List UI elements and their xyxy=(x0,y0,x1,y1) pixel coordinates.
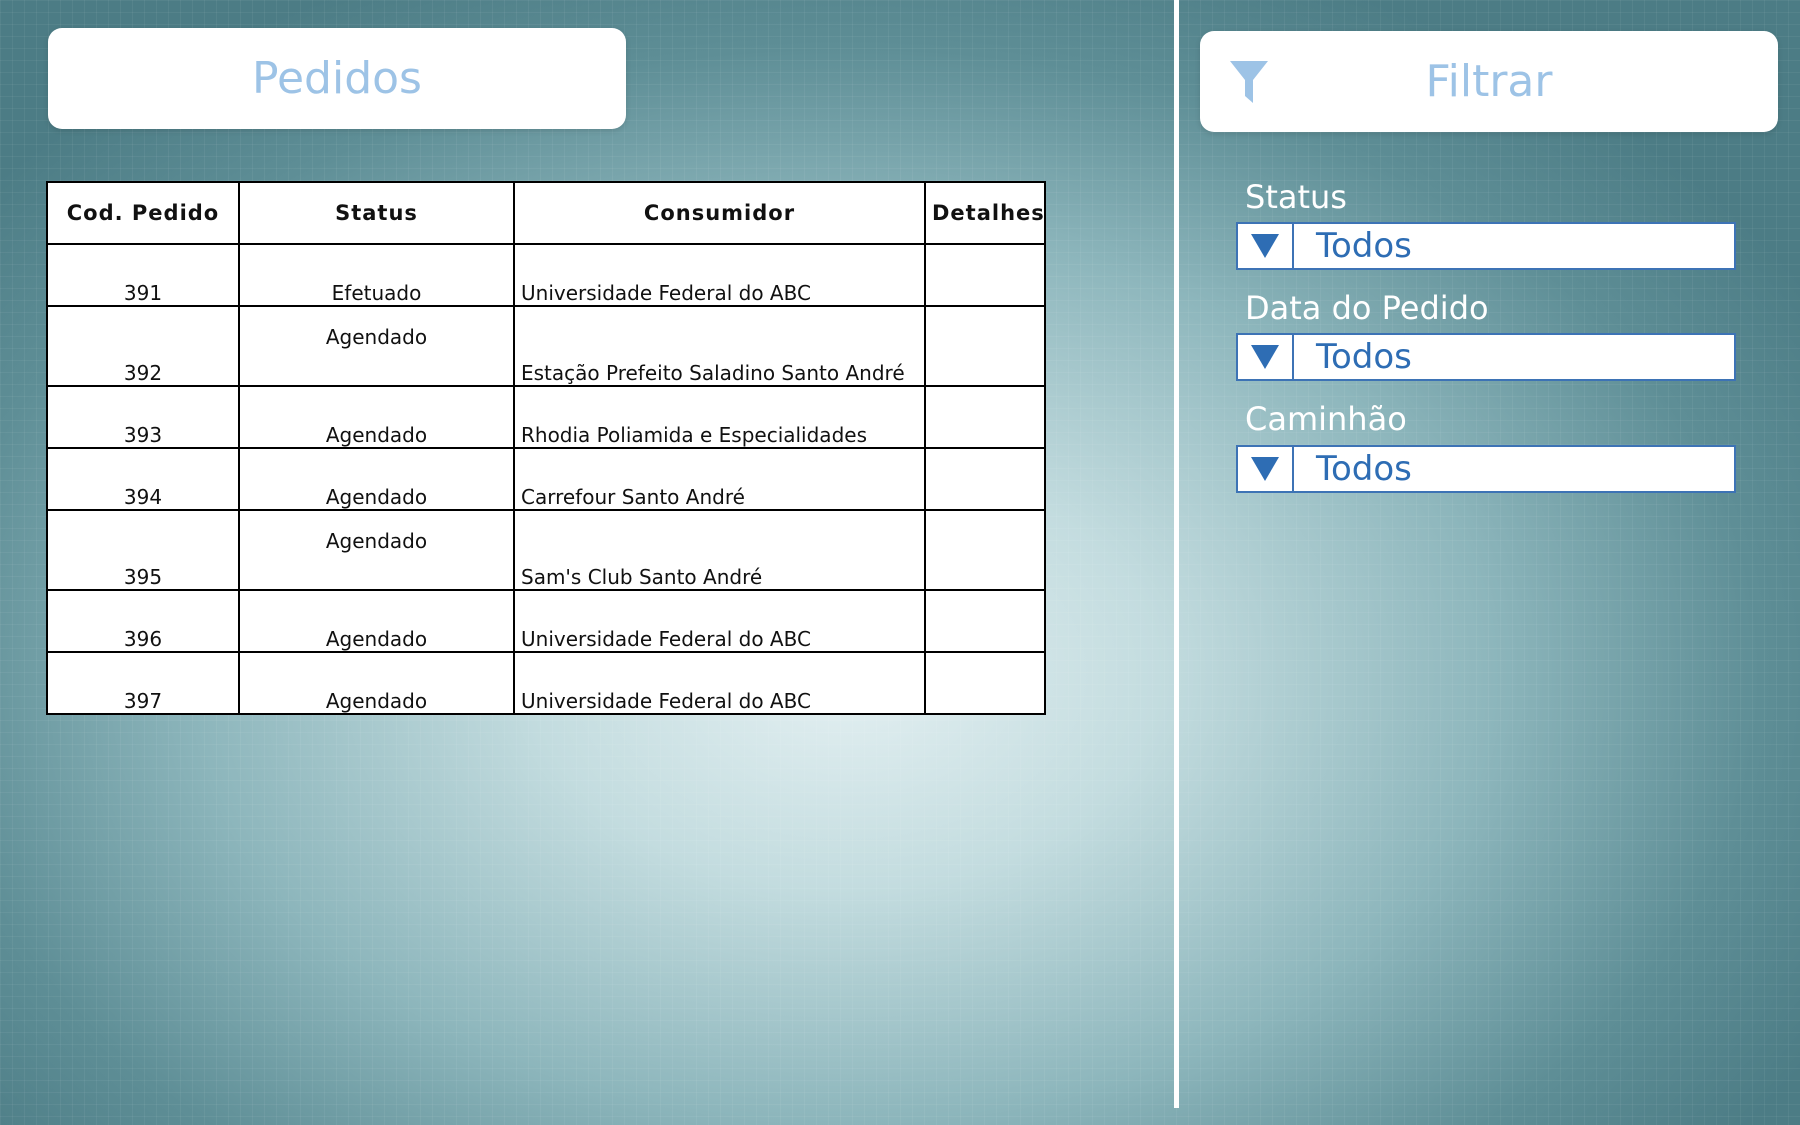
order-details-cell[interactable] xyxy=(924,385,1046,449)
order-id-cell: 396 xyxy=(46,589,240,653)
order-consumer-cell: Estação Prefeito Saladino Santo André xyxy=(513,305,926,387)
table-row[interactable]: 397 Agendado Universidade Federal do ABC xyxy=(46,651,1046,715)
column-header-status[interactable]: Status xyxy=(238,181,515,245)
pedidos-title: Pedidos xyxy=(252,53,422,104)
order-consumer-cell: Universidade Federal do ABC xyxy=(513,589,926,653)
order-status-cell: Agendado xyxy=(238,447,515,511)
column-header-detalhes[interactable]: Detalhes xyxy=(924,181,1046,245)
dropdown-arrow-icon[interactable] xyxy=(1238,224,1294,268)
order-id-cell: 397 xyxy=(46,651,240,715)
data-do-pedido-dropdown[interactable]: Todos xyxy=(1236,333,1736,381)
filtrar-title-card: Filtrar xyxy=(1200,31,1778,132)
order-id-cell: 391 xyxy=(46,243,240,307)
order-details-cell[interactable] xyxy=(924,305,1046,387)
order-details-cell[interactable] xyxy=(924,243,1046,307)
status-dropdown[interactable]: Todos xyxy=(1236,222,1736,270)
order-status-cell: Agendado xyxy=(238,589,515,653)
caminhao-dropdown[interactable]: Todos xyxy=(1236,445,1736,493)
table-row[interactable]: 393 Agendado Rhodia Poliamida e Especial… xyxy=(46,385,1046,449)
order-consumer-cell: Universidade Federal do ABC xyxy=(513,243,926,307)
order-consumer-cell: Sam's Club Santo André xyxy=(513,509,926,591)
column-header-consumidor[interactable]: Consumidor xyxy=(513,181,926,245)
dropdown-arrow-icon[interactable] xyxy=(1238,335,1294,379)
order-consumer-cell: Universidade Federal do ABC xyxy=(513,651,926,715)
order-details-cell[interactable] xyxy=(924,589,1046,653)
table-row[interactable]: 394 Agendado Carrefour Santo André xyxy=(46,447,1046,511)
order-status-cell: Agendado xyxy=(238,385,515,449)
column-header-cod-pedido[interactable]: Cod. Pedido xyxy=(46,181,240,245)
order-details-cell[interactable] xyxy=(924,651,1046,715)
order-details-cell[interactable] xyxy=(924,447,1046,511)
dropdown-arrow-icon[interactable] xyxy=(1238,447,1294,491)
panel-divider xyxy=(1174,0,1179,1108)
order-status-cell: Agendado xyxy=(238,651,515,715)
order-id-cell: 394 xyxy=(46,447,240,511)
orders-table: Cod. Pedido Status Consumidor Detalhes 3… xyxy=(46,181,1046,715)
order-status-cell: Efetuado xyxy=(238,243,515,307)
filter-label-status: Status xyxy=(1245,178,1347,216)
order-consumer-cell: Rhodia Poliamida e Especialidades xyxy=(513,385,926,449)
order-status-cell: Agendado xyxy=(238,509,515,591)
table-row[interactable]: 392 Agendado Estação Prefeito Saladino S… xyxy=(46,305,1046,387)
table-row[interactable]: 396 Agendado Universidade Federal do ABC xyxy=(46,589,1046,653)
order-id-cell: 395 xyxy=(46,509,240,591)
table-row[interactable]: 391 Efetuado Universidade Federal do ABC xyxy=(46,243,1046,307)
pedidos-title-card: Pedidos xyxy=(48,28,626,129)
order-details-cell[interactable] xyxy=(924,509,1046,591)
order-status-cell: Agendado xyxy=(238,305,515,387)
filter-label-data-do-pedido: Data do Pedido xyxy=(1245,289,1489,327)
filtrar-title: Filtrar xyxy=(1425,56,1553,107)
status-dropdown-value: Todos xyxy=(1316,226,1412,266)
caminhao-dropdown-value: Todos xyxy=(1316,449,1412,489)
order-id-cell: 393 xyxy=(46,385,240,449)
table-header-row: Cod. Pedido Status Consumidor Detalhes xyxy=(46,181,1046,245)
order-id-cell: 392 xyxy=(46,305,240,387)
filter-funnel-icon xyxy=(1230,61,1268,103)
filter-label-caminhao: Caminhão xyxy=(1245,400,1407,438)
order-consumer-cell: Carrefour Santo André xyxy=(513,447,926,511)
data-do-pedido-dropdown-value: Todos xyxy=(1316,337,1412,377)
table-row[interactable]: 395 Agendado Sam's Club Santo André xyxy=(46,509,1046,591)
